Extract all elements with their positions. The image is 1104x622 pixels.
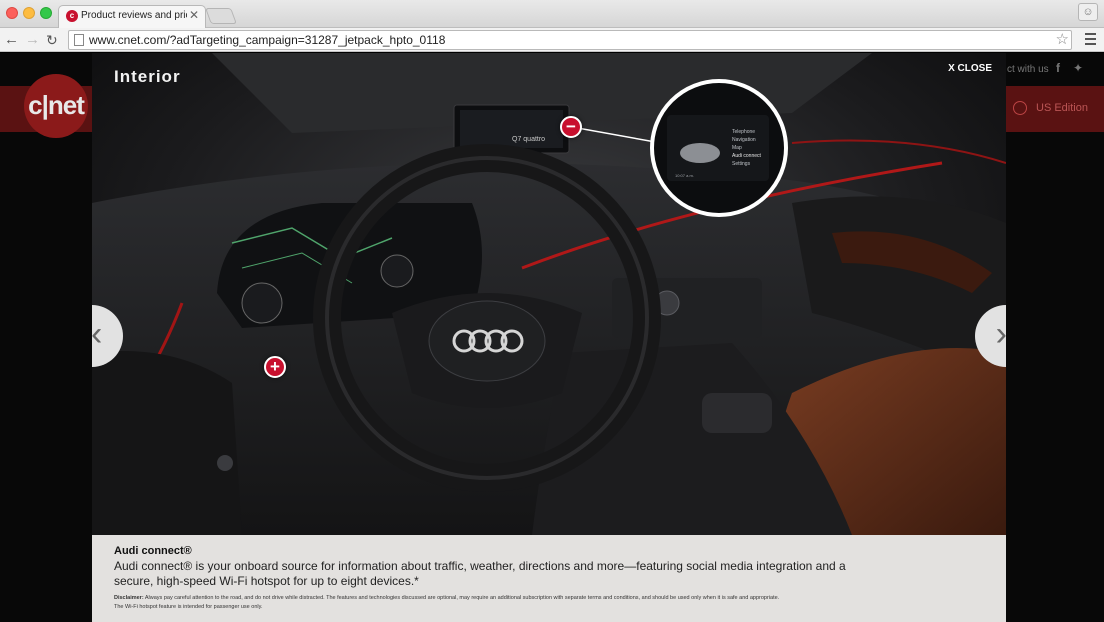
edition-label[interactable]: US Edition	[1036, 102, 1088, 114]
hamburger-menu-icon[interactable]	[1085, 33, 1096, 48]
window-close-button[interactable]	[6, 7, 18, 19]
window-minimize-button[interactable]	[23, 7, 35, 19]
browser-tab-bar: c Product reviews and prices ✕ ☺	[0, 0, 1104, 28]
screen: c Product reviews and prices ✕ ☺ ← → ↻ w…	[0, 0, 1104, 622]
car-interior-image: Q7 quattro Telephone Navigation Map Audi…	[92, 53, 1006, 535]
profile-icon[interactable]: ☺	[1078, 3, 1098, 21]
forward-arrow-icon[interactable]: →	[25, 30, 40, 50]
hotspot-minus-button[interactable]: −	[560, 116, 582, 138]
disclaimer-text: Always pay careful attention to the road…	[144, 595, 780, 601]
callout-time: 10:07 a.m.	[675, 173, 694, 178]
address-bar[interactable]: www.cnet.com/?adTargeting_campaign=31287…	[68, 30, 1072, 50]
tab-close-icon[interactable]: ✕	[189, 8, 199, 22]
reload-icon[interactable]: ↻	[46, 30, 58, 50]
window-zoom-button[interactable]	[40, 7, 52, 19]
facebook-icon[interactable]: f	[1056, 61, 1060, 75]
callout-item-map: Map	[732, 145, 742, 151]
callout-item-audi-connect: Audi connect	[732, 153, 762, 159]
page-icon	[74, 34, 84, 46]
url-text[interactable]: www.cnet.com/?adTargeting_campaign=31287…	[89, 33, 445, 47]
tab-title: Product reviews and prices	[81, 10, 187, 21]
callout-item-settings: Settings	[732, 161, 751, 167]
callout-item-telephone: Telephone	[732, 129, 755, 135]
disclaimer-label: Disclaimer:	[114, 595, 144, 601]
callout-item-navigation: Navigation	[732, 137, 756, 143]
back-arrow-icon[interactable]: ←	[4, 30, 19, 50]
connect-with-us-text: ct with us	[1007, 64, 1049, 75]
overlay-title: Interior	[114, 67, 181, 86]
disclaimer-text-2: The Wi-Fi hotspot feature is intended fo…	[114, 604, 263, 610]
edition-globe-icon	[1013, 101, 1027, 115]
bookmark-star-icon[interactable]: ☆	[1056, 30, 1069, 48]
new-tab-button[interactable]	[205, 8, 237, 24]
cnet-favicon-icon: c	[66, 10, 78, 22]
hotspot-plus-button[interactable]: +	[264, 356, 286, 378]
interior-gallery-overlay: Q7 quattro Telephone Navigation Map Audi…	[92, 53, 1006, 622]
close-button[interactable]: X CLOSE	[948, 63, 992, 74]
browser-tab-active[interactable]: c Product reviews and prices ✕	[58, 5, 206, 28]
caption-body: Audi connect® is your onboard source for…	[114, 559, 846, 588]
browser-toolbar: ← → ↻ www.cnet.com/?adTargeting_campaign…	[0, 28, 1104, 52]
caption-disclaimer: Disclaimer: Always pay careful attention…	[114, 594, 894, 612]
caption-title: Audi connect®	[114, 545, 192, 557]
screen-model-label: Q7 quattro	[512, 136, 545, 143]
caption-panel: Audi connect® Audi connect® is your onbo…	[92, 535, 1006, 622]
cnet-logo[interactable]: c|net	[24, 74, 88, 138]
twitter-icon[interactable]: ✦	[1073, 61, 1083, 75]
